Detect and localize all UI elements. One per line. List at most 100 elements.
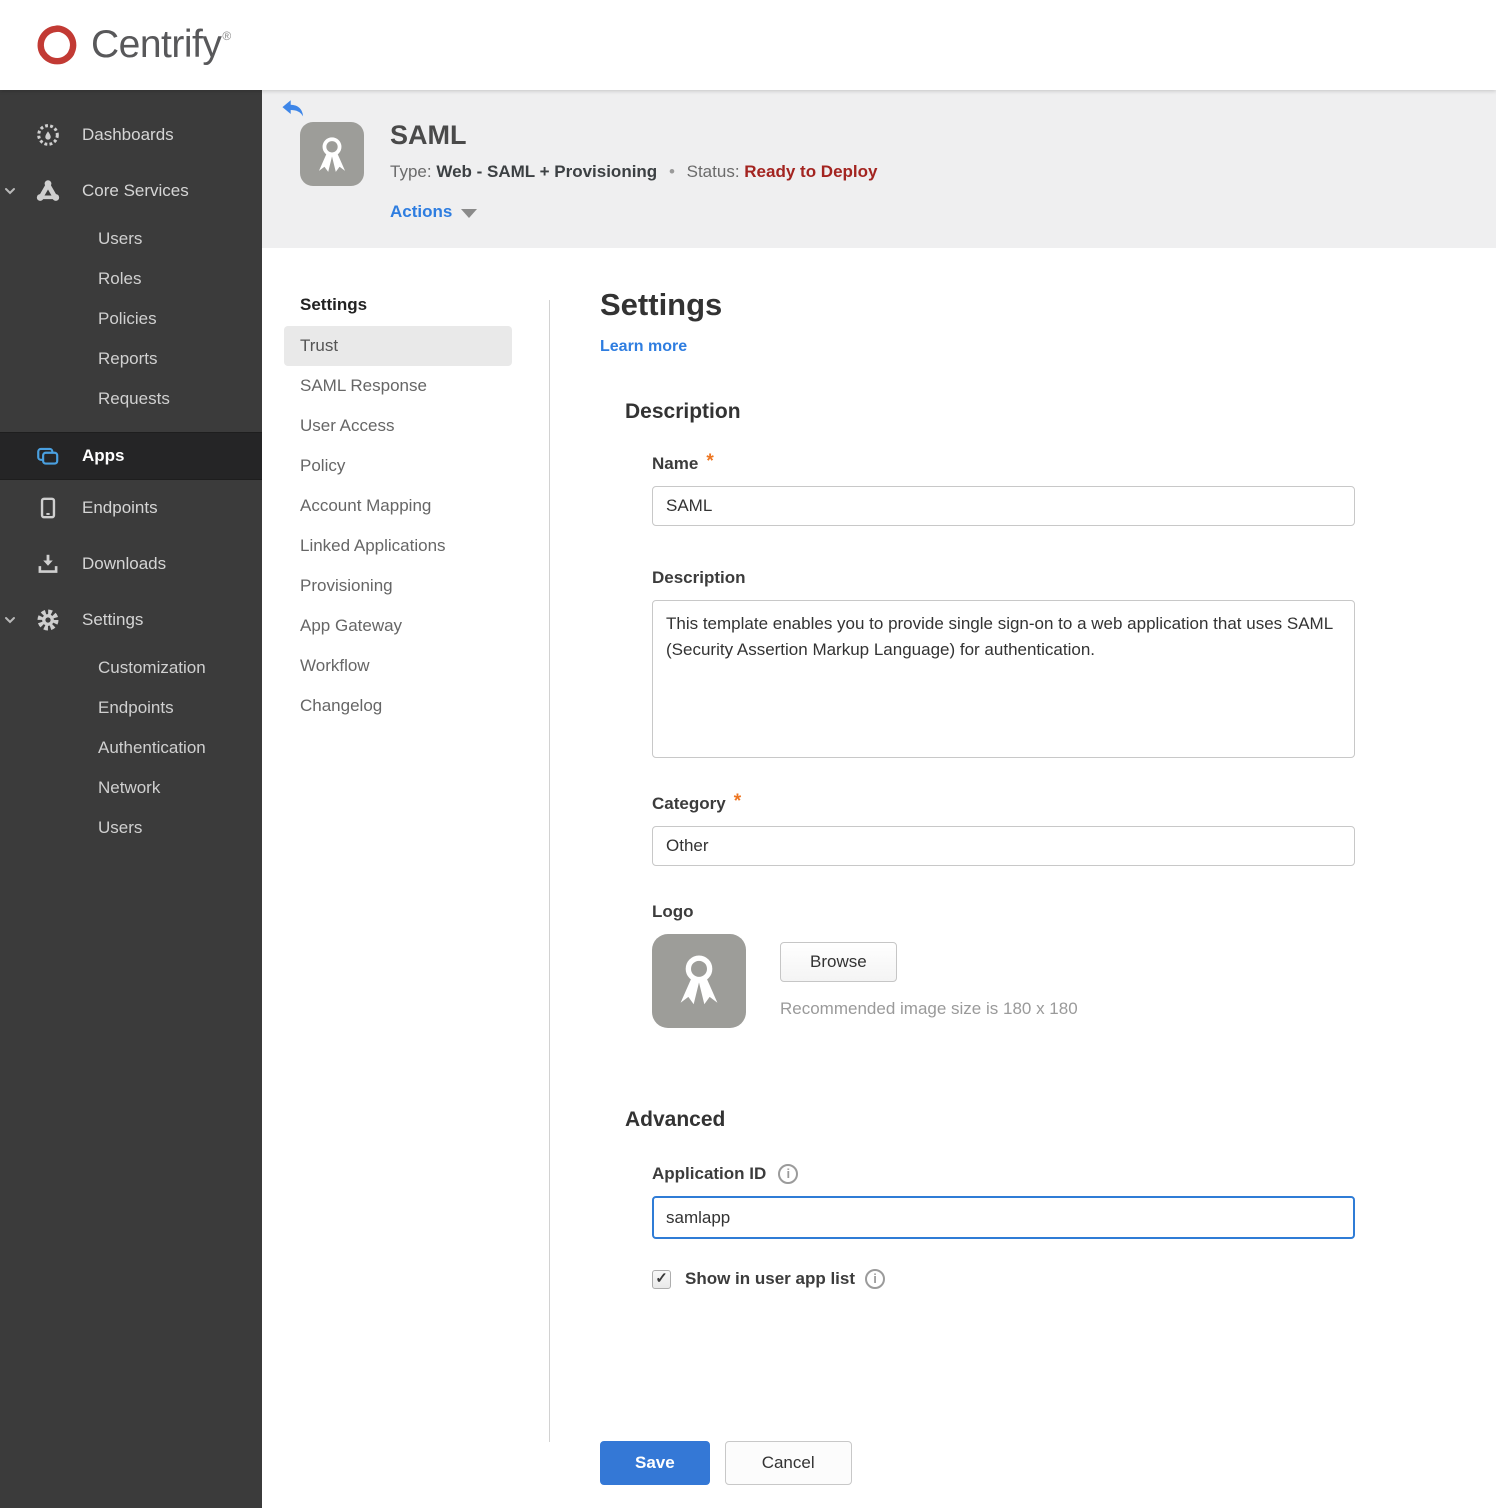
sidebar-item-label: Endpoints (82, 498, 158, 517)
subnav-item-account-mapping[interactable]: Account Mapping (284, 486, 512, 526)
sidebar-item-downloads[interactable]: Downloads (0, 536, 262, 592)
sidebar-item-label: Dashboards (82, 125, 174, 144)
type-label: Type: (390, 162, 432, 181)
sidebar-item-label: Downloads (82, 554, 167, 573)
actions-dropdown[interactable]: Actions (390, 202, 478, 222)
category-input[interactable] (652, 826, 1355, 866)
subnav-item-changelog[interactable]: Changelog (284, 686, 512, 726)
save-button[interactable]: Save (600, 1441, 710, 1485)
info-icon[interactable]: i (865, 1269, 886, 1289)
sidebar-item-endpoints[interactable]: Endpoints (0, 480, 262, 536)
subnav-heading: Settings (300, 295, 368, 314)
description-section: Description Name * Description This temp… (600, 400, 1360, 1028)
info-icon[interactable]: i (778, 1164, 799, 1184)
required-asterisk: * (706, 451, 714, 472)
chevron-down-icon[interactable] (3, 613, 17, 632)
subnav-item-trust[interactable]: Trust (284, 326, 512, 366)
vertical-divider (549, 300, 550, 1442)
form-buttons: Save Cancel (600, 1441, 1360, 1485)
chevron-down-icon[interactable] (3, 184, 17, 203)
sidebar-item-customization[interactable]: Customization (0, 648, 262, 688)
sidebar-item-label: Core Services (82, 181, 189, 200)
name-label: Name (652, 454, 699, 473)
show-in-user-app-list-row: ✓ Show in user app list i (652, 1269, 1360, 1289)
sidebar-item-apps[interactable]: Apps (0, 432, 262, 480)
check-icon: ✓ (655, 1270, 668, 1287)
mobile-icon (35, 495, 61, 521)
show-in-user-app-list-label: Show in user app list (685, 1269, 856, 1288)
required-asterisk: * (733, 791, 742, 812)
core-services-icon (35, 178, 61, 204)
caret-down-icon (461, 209, 478, 218)
cancel-button[interactable]: Cancel (724, 1441, 852, 1485)
award-ribbon-icon (300, 122, 364, 186)
app-title: SAML (390, 120, 467, 150)
logo-label-row: Logo (652, 902, 1360, 922)
actions-label: Actions (390, 202, 453, 221)
sidebar-item-users[interactable]: Users (0, 219, 262, 259)
app-header-band: SAML Type: Web - SAML + Provisioning • S… (262, 90, 1496, 248)
gauge-icon (35, 122, 61, 148)
centrify-swirl-icon (33, 21, 81, 69)
advanced-section: Advanced Application ID i ✓ Show in user… (600, 1108, 1360, 1485)
logo-label: Logo (652, 902, 694, 921)
sidebar-item-settings-users[interactable]: Users (0, 808, 262, 848)
subnav-item-provisioning[interactable]: Provisioning (284, 566, 512, 606)
subnav-item-workflow[interactable]: Workflow (284, 646, 512, 686)
brand-name: Centrify (91, 23, 222, 66)
description-label: Description (652, 568, 746, 587)
sidebar-item-label: Settings (82, 610, 144, 629)
category-label: Category (652, 794, 726, 813)
description-label-row: Description (652, 568, 1360, 588)
registered-mark: ® (222, 29, 232, 43)
sidebar-item-settings-endpoints[interactable]: Endpoints (0, 688, 262, 728)
centrify-logo: Centrify ® (33, 21, 231, 69)
subnav: Trust SAML Response User Access Policy A… (284, 326, 512, 726)
separator-dot: • (668, 162, 675, 181)
subnav-item-linked-applications[interactable]: Linked Applications (284, 526, 512, 566)
logo-row: Browse Recommended image size is 180 x 1… (652, 934, 1360, 1028)
top-bar: Centrify ® (0, 0, 1496, 90)
application-id-label-row: Application ID i (652, 1164, 1360, 1184)
sidebar-item-dashboards[interactable]: Dashboards (0, 107, 262, 163)
name-label-row: Name * (652, 451, 1360, 474)
app-type-status-line: Type: Web - SAML + Provisioning • Status… (390, 162, 877, 182)
advanced-section-heading: Advanced (625, 1108, 726, 1131)
subnav-item-app-gateway[interactable]: App Gateway (284, 606, 512, 646)
award-ribbon-icon (668, 948, 730, 1015)
application-id-input[interactable] (652, 1196, 1355, 1239)
download-icon (35, 551, 61, 577)
learn-more-link[interactable]: Learn more (600, 338, 687, 356)
show-in-user-app-list-checkbox[interactable]: ✓ (652, 1269, 671, 1289)
sidebar-item-roles[interactable]: Roles (0, 259, 262, 299)
status-value: Ready to Deploy (744, 162, 878, 181)
subnav-item-policy[interactable]: Policy (284, 446, 512, 486)
sidebar-item-label: Apps (82, 446, 125, 465)
description-section-heading: Description (625, 400, 741, 423)
sidebar-item-requests[interactable]: Requests (0, 379, 262, 419)
sidebar-item-network[interactable]: Network (0, 768, 262, 808)
app-logo-preview (652, 934, 746, 1028)
settings-panel: Settings Learn more Description Name * D… (600, 288, 1360, 1485)
type-value: Web - SAML + Provisioning (436, 162, 658, 181)
logo-size-hint: Recommended image size is 180 x 180 (780, 999, 1078, 1018)
apps-icon (35, 443, 61, 469)
status-label: Status: (686, 162, 740, 181)
description-textarea[interactable]: This template enables you to provide sin… (652, 600, 1355, 758)
back-arrow-icon[interactable] (280, 98, 306, 120)
sidebar-item-reports[interactable]: Reports (0, 339, 262, 379)
gear-icon (35, 607, 61, 633)
application-id-label: Application ID (652, 1164, 767, 1183)
sidebar-item-core-services[interactable]: Core Services (0, 163, 262, 219)
category-label-row: Category * (652, 791, 1360, 814)
sidebar-item-settings[interactable]: Settings (0, 592, 262, 648)
subnav-item-saml-response[interactable]: SAML Response (284, 366, 512, 406)
page-title: Settings (600, 287, 723, 322)
sidebar-item-policies[interactable]: Policies (0, 299, 262, 339)
name-input[interactable] (652, 486, 1355, 526)
sidebar-item-authentication[interactable]: Authentication (0, 728, 262, 768)
subnav-item-user-access[interactable]: User Access (284, 406, 512, 446)
browse-button[interactable]: Browse (780, 942, 897, 982)
sidebar: Dashboards Core Services Users Roles Pol… (0, 90, 262, 1508)
